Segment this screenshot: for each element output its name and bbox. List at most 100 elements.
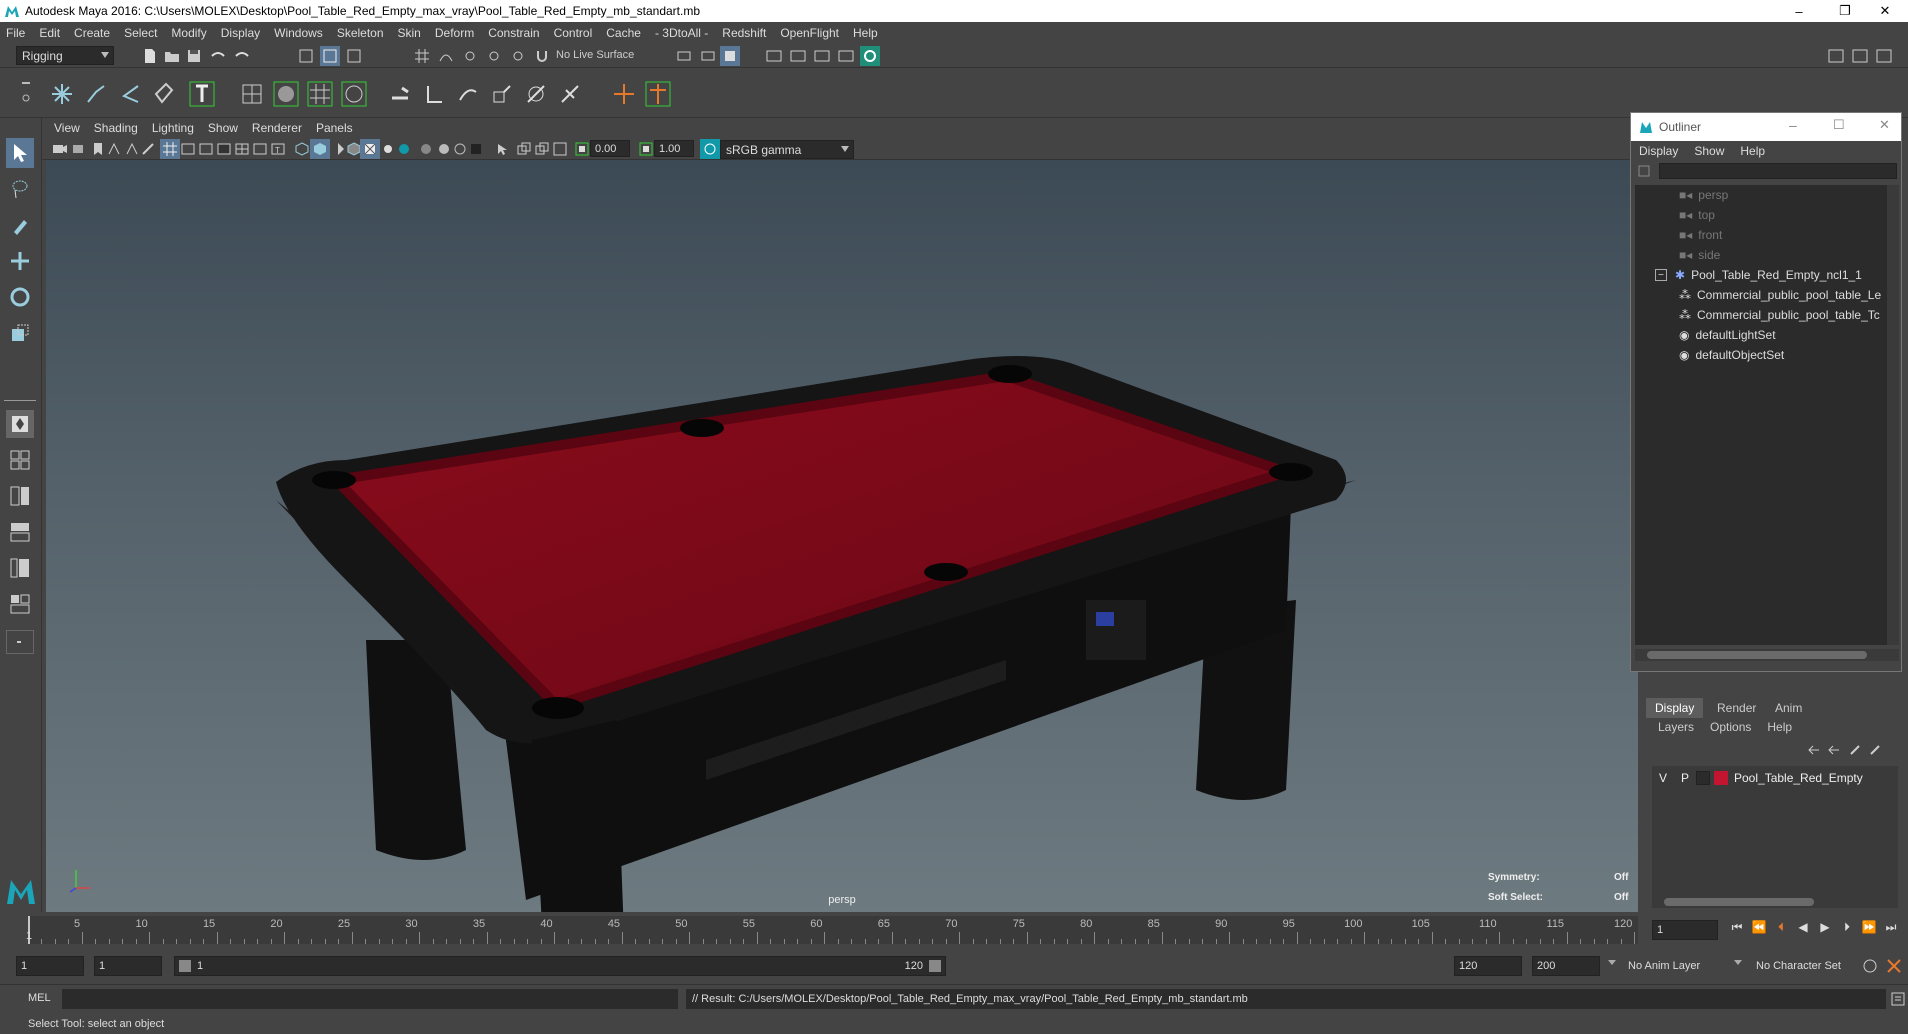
layer-row[interactable]: V P Pool_Table_Red_Empty	[1652, 768, 1898, 788]
save-scene-icon[interactable]	[184, 46, 204, 66]
wireframe-icon[interactable]	[292, 139, 312, 159]
menu-display[interactable]: Display	[221, 26, 260, 40]
menu-openflight[interactable]: OpenFlight	[780, 26, 839, 40]
blend-shape-icon[interactable]	[338, 78, 370, 110]
input-ops-icon[interactable]	[674, 46, 694, 66]
redshift-render-icon[interactable]	[860, 46, 880, 66]
outliner-persp-layout-icon[interactable]	[6, 554, 34, 582]
gate-mask-icon[interactable]	[214, 139, 234, 159]
exposure-field[interactable]: 0.00	[590, 140, 630, 157]
layer-scroll-thumb[interactable]	[1664, 898, 1814, 906]
command-input[interactable]	[62, 989, 678, 1009]
outliner-minimize-icon[interactable]: –	[1789, 117, 1797, 133]
layout-icon[interactable]	[1850, 46, 1870, 66]
menu-control[interactable]: Control	[554, 26, 593, 40]
new-layer-icon[interactable]	[1846, 740, 1866, 760]
outliner-item-pool-table-group[interactable]: − ✱ Pool_Table_Red_Empty_ncl1_1	[1635, 265, 1887, 285]
outliner-menu-display[interactable]: Display	[1639, 144, 1678, 158]
lattice-icon[interactable]	[238, 80, 266, 108]
depth-of-field-icon[interactable]	[466, 139, 486, 159]
script-language-toggle[interactable]: MEL	[28, 992, 51, 1004]
textured-icon[interactable]	[360, 139, 380, 159]
ik-handle-icon[interactable]	[82, 80, 110, 108]
safe-title-icon[interactable]: T	[268, 139, 288, 159]
exposure-icon[interactable]	[572, 139, 592, 159]
ipr-render-icon[interactable]	[788, 46, 808, 66]
outliner-horizontal-scrollbar[interactable]	[1635, 649, 1899, 661]
menu-3dtoall[interactable]: - 3DtoAll -	[655, 26, 708, 40]
output-ops-icon[interactable]	[698, 46, 718, 66]
outliner-scroll-thumb[interactable]	[1647, 651, 1867, 659]
move-layer-up-icon[interactable]	[1804, 740, 1824, 760]
hik-character-icon[interactable]	[642, 78, 674, 110]
bind-skin-icon[interactable]	[150, 80, 178, 108]
smooth-shade-icon[interactable]	[310, 139, 330, 159]
playback-end-field[interactable]: 120	[1454, 956, 1522, 976]
move-layer-down-icon[interactable]	[1824, 740, 1844, 760]
outliner-item-default-light-set[interactable]: ◉ defaultLightSet	[1635, 325, 1887, 345]
select-tool-icon[interactable]	[6, 138, 34, 168]
color-management-icon[interactable]	[700, 139, 720, 159]
persp-graph-layout-icon[interactable]	[6, 590, 34, 618]
menu-redshift[interactable]: Redshift	[722, 26, 766, 40]
layer-display-type[interactable]	[1696, 771, 1710, 785]
layer-menu-layers[interactable]: Layers	[1658, 720, 1694, 734]
mode-dropdown[interactable]: Rigging	[16, 46, 114, 65]
menu-edit[interactable]: Edit	[39, 26, 60, 40]
outliner-search-input[interactable]	[1659, 163, 1897, 179]
parent-constraint-icon[interactable]	[386, 80, 414, 108]
workspace-icon[interactable]	[1826, 46, 1846, 66]
chevron-down-icon[interactable]	[1608, 960, 1616, 965]
menu-select[interactable]: Select	[124, 26, 157, 40]
outliner-item-default-object-set[interactable]: ◉ defaultObjectSet	[1635, 345, 1887, 365]
step-forward-icon[interactable]: ⏩	[1860, 918, 1878, 936]
image-plane-icon[interactable]	[104, 139, 124, 159]
menu-help[interactable]: Help	[853, 26, 878, 40]
vp-menu-renderer[interactable]: Renderer	[252, 121, 302, 135]
paint-select-tool-icon[interactable]	[6, 210, 34, 240]
outliner-menu-help[interactable]: Help	[1740, 144, 1765, 158]
lasso-tool-icon[interactable]	[6, 174, 34, 204]
layer-visibility-toggle[interactable]: V	[1652, 771, 1674, 785]
menu-skin[interactable]: Skin	[398, 26, 421, 40]
play-forwards-icon[interactable]: ▶	[1816, 918, 1834, 936]
end-time-field[interactable]: 200	[1532, 956, 1600, 976]
close-window-button[interactable]: ✕	[1862, 0, 1908, 22]
menu-modify[interactable]: Modify	[171, 26, 206, 40]
screen-space-ao-icon[interactable]	[416, 139, 436, 159]
snap-point-icon[interactable]	[460, 46, 480, 66]
field-chart-icon[interactable]	[232, 139, 252, 159]
attribute-editor-toggle-icon[interactable]	[1874, 46, 1894, 66]
orient-constraint-icon[interactable]	[454, 80, 482, 108]
new-scene-icon[interactable]	[140, 46, 160, 66]
render-frame-icon[interactable]	[764, 46, 784, 66]
four-pane-layout-icon[interactable]	[6, 446, 34, 474]
snap-magnet-icon[interactable]	[532, 46, 552, 66]
pole-vector-icon[interactable]	[556, 80, 584, 108]
view-transform-dropdown[interactable]: sRGB gamma	[720, 140, 854, 159]
rotate-tool-icon[interactable]	[6, 282, 34, 312]
vp-menu-lighting[interactable]: Lighting	[152, 121, 194, 135]
point-constraint-icon[interactable]	[420, 80, 448, 108]
gamma-field[interactable]: 1.00	[654, 140, 694, 157]
construction-history-icon[interactable]	[720, 46, 740, 66]
aim-constraint-icon[interactable]	[522, 80, 550, 108]
step-forward-key-icon[interactable]: ⏵	[1838, 918, 1856, 936]
range-bar[interactable]: 1 120	[174, 956, 946, 976]
shelf-options-icon[interactable]	[18, 76, 34, 108]
collapse-icon[interactable]: −	[1655, 269, 1667, 281]
auto-key-icon[interactable]	[1860, 956, 1880, 976]
camera-attributes-icon[interactable]	[70, 139, 90, 159]
anim-preferences-icon[interactable]	[1884, 956, 1904, 976]
snap-grid-icon[interactable]	[412, 46, 432, 66]
isolate-select-icon[interactable]	[492, 139, 512, 159]
shadows-icon[interactable]	[394, 139, 414, 159]
go-to-start-icon[interactable]: ⏮	[1728, 918, 1746, 936]
resolution-gate-icon[interactable]	[196, 139, 216, 159]
gamma-icon[interactable]	[636, 139, 656, 159]
outliner-item-front[interactable]: ■◂ front	[1635, 225, 1887, 245]
menu-create[interactable]: Create	[74, 26, 110, 40]
open-scene-icon[interactable]	[162, 46, 182, 66]
anim-layer-label[interactable]: No Anim Layer	[1628, 960, 1700, 972]
minimize-button[interactable]: –	[1776, 0, 1822, 22]
